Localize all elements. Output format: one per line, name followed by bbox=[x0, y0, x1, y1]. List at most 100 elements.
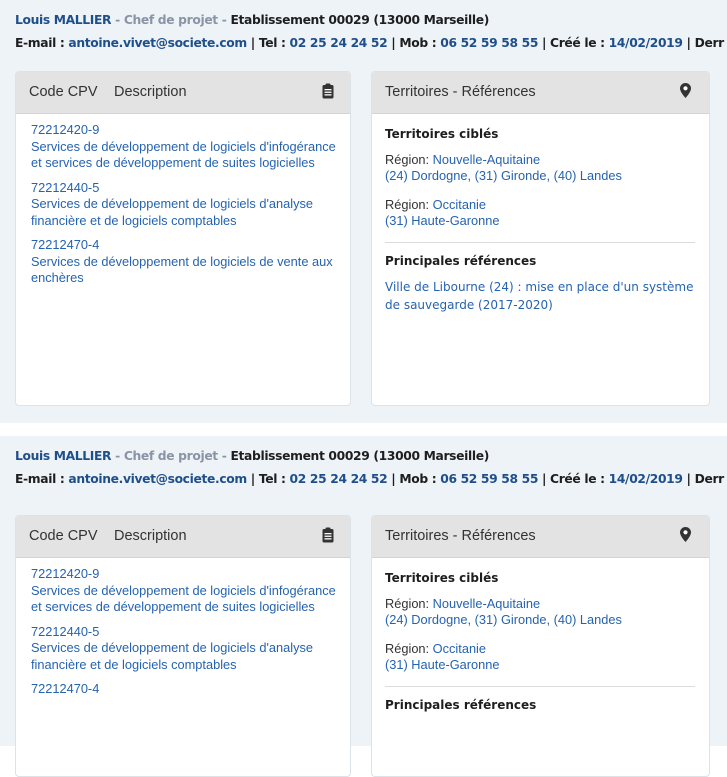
mob-label: Mob : bbox=[399, 472, 437, 486]
pipe: | bbox=[682, 472, 695, 486]
tel-value[interactable]: 02 25 24 24 52 bbox=[290, 472, 388, 486]
cpv-code[interactable]: 72212470-4 bbox=[31, 237, 336, 254]
separator: - bbox=[111, 13, 124, 27]
contact-header: Louis MALLIER - Chef de projet - Etablis… bbox=[15, 13, 489, 27]
territoires-title: Territoires - Références bbox=[385, 84, 536, 100]
contact-role: Chef de projet bbox=[123, 449, 218, 463]
contact-block-1: Louis MALLIER - Chef de projet - Etablis… bbox=[0, 0, 727, 423]
code-cpv-header: Code CPV bbox=[29, 528, 98, 544]
map-marker-icon bbox=[680, 527, 691, 546]
region-line: Région: Nouvelle-Aquitaine bbox=[385, 152, 695, 169]
territoires-body: Territoires ciblés Région: Nouvelle-Aquit… bbox=[372, 558, 709, 713]
targeted-territories-title: Territoires ciblés bbox=[385, 571, 499, 585]
territoires-card-header: Territoires - Références bbox=[372, 516, 709, 558]
region-entry: Région: Nouvelle-Aquitaine (24) Dordogne,… bbox=[385, 596, 695, 629]
pipe: | bbox=[246, 472, 259, 486]
cpv-card: Code CPV Description 72212420-9 Services … bbox=[15, 515, 351, 777]
contact-name[interactable]: Louis MALLIER bbox=[15, 449, 112, 463]
region-line: Région: Occitanie bbox=[385, 197, 695, 214]
separator: - bbox=[111, 449, 124, 463]
divider bbox=[385, 241, 695, 243]
cpv-list: 72212420-9 Services de développement de l… bbox=[16, 114, 350, 287]
region-label: Région: bbox=[385, 640, 430, 656]
email-link[interactable]: antoine.vivet@societe.com bbox=[68, 36, 247, 50]
contact-block-2: Louis MALLIER - Chef de projet - Etablis… bbox=[0, 436, 727, 777]
cpv-code[interactable]: 72212470-4 bbox=[31, 681, 336, 698]
region-line: Région: Nouvelle-Aquitaine bbox=[385, 596, 695, 613]
region-entry: Région: Occitanie (31) Haute-Garonne bbox=[385, 641, 695, 674]
clipboard-icon bbox=[322, 527, 334, 547]
created-date: 14/02/2019 bbox=[608, 472, 683, 486]
contact-details: E-mail : antoine.vivet@societe.com | Tel… bbox=[15, 472, 724, 486]
references-title: Principales références bbox=[385, 253, 537, 268]
cpv-card-header: Code CPV Description bbox=[16, 516, 350, 558]
cpv-item[interactable]: 72212440-5 Services de développement de l… bbox=[31, 180, 336, 230]
region-name[interactable]: Nouvelle-Aquitaine bbox=[433, 152, 540, 167]
pipe: | bbox=[538, 36, 551, 50]
region-label: Région: bbox=[385, 196, 430, 212]
region-name[interactable]: Nouvelle-Aquitaine bbox=[433, 596, 540, 611]
territoires-card: Territoires - Références Territoires cib… bbox=[371, 515, 710, 777]
cpv-description[interactable]: Services de développement de logiciels d… bbox=[31, 196, 336, 229]
cpv-description[interactable]: Services de développement de logiciels d… bbox=[31, 139, 336, 172]
cpv-description[interactable]: Services de développement de logiciels d… bbox=[31, 583, 336, 616]
separator: - bbox=[217, 449, 231, 463]
tel-value[interactable]: 02 25 24 24 52 bbox=[290, 36, 388, 50]
contact-etablissement: Etablissement 00029 (13000 Marseille) bbox=[230, 13, 489, 27]
cpv-card-header: Code CPV Description bbox=[16, 72, 350, 114]
reference-item[interactable]: Ville de Libourne (24) : mise en place d… bbox=[385, 278, 695, 314]
references-title: Principales références bbox=[385, 697, 537, 712]
region-departments[interactable]: (24) Dordogne, (31) Gironde, (40) Landes bbox=[385, 612, 695, 629]
cpv-description[interactable]: Services de développement de logiciels d… bbox=[31, 640, 336, 673]
cpv-item[interactable]: 72212440-5 Services de développement de l… bbox=[31, 624, 336, 674]
cpv-item[interactable]: 72212420-9 Services de développement de l… bbox=[31, 566, 336, 616]
created-label: Créé le : bbox=[550, 472, 605, 486]
region-departments[interactable]: (31) Haute-Garonne bbox=[385, 213, 695, 230]
contact-header: Louis MALLIER - Chef de projet - Etablis… bbox=[15, 449, 489, 463]
pipe: | bbox=[387, 472, 400, 486]
clipboard-icon bbox=[322, 83, 334, 103]
mob-value[interactable]: 06 52 59 58 55 bbox=[440, 36, 538, 50]
territoires-body: Territoires ciblés Région: Nouvelle-Aquit… bbox=[372, 114, 709, 314]
territoires-card-header: Territoires - Références bbox=[372, 72, 709, 114]
pipe: | bbox=[682, 36, 695, 50]
region-label: Région: bbox=[385, 595, 430, 611]
region-departments[interactable]: (31) Haute-Garonne bbox=[385, 657, 695, 674]
cpv-item[interactable]: 72212470-4 bbox=[31, 681, 336, 698]
cpv-item[interactable]: 72212420-9 Services de développement de l… bbox=[31, 122, 336, 172]
contact-details: E-mail : antoine.vivet@societe.com | Tel… bbox=[15, 36, 724, 50]
cpv-description[interactable]: Services de développement de logiciels d… bbox=[31, 254, 336, 287]
trailing-text: Derr bbox=[694, 472, 725, 486]
cpv-code[interactable]: 72212420-9 bbox=[31, 122, 336, 139]
region-name[interactable]: Occitanie bbox=[433, 641, 486, 656]
region-entry: Région: Occitanie (31) Haute-Garonne bbox=[385, 197, 695, 230]
contact-role: Chef de projet bbox=[123, 13, 218, 27]
created-label: Créé le : bbox=[550, 36, 605, 50]
region-name[interactable]: Occitanie bbox=[433, 197, 486, 212]
mob-value[interactable]: 06 52 59 58 55 bbox=[440, 472, 538, 486]
cpv-code[interactable]: 72212440-5 bbox=[31, 624, 336, 641]
separator: - bbox=[217, 13, 231, 27]
description-header: Description bbox=[114, 528, 187, 544]
trailing-text: Derr bbox=[694, 36, 725, 50]
pipe: | bbox=[538, 472, 551, 486]
cpv-code[interactable]: 72212420-9 bbox=[31, 566, 336, 583]
region-departments[interactable]: (24) Dordogne, (31) Gironde, (40) Landes bbox=[385, 168, 695, 185]
pipe: | bbox=[246, 36, 259, 50]
email-link[interactable]: antoine.vivet@societe.com bbox=[68, 472, 247, 486]
created-date: 14/02/2019 bbox=[608, 36, 683, 50]
contact-name[interactable]: Louis MALLIER bbox=[15, 13, 112, 27]
description-header: Description bbox=[114, 84, 187, 100]
region-line: Région: Occitanie bbox=[385, 641, 695, 658]
cpv-item[interactable]: 72212470-4 Services de développement de l… bbox=[31, 237, 336, 287]
code-cpv-header: Code CPV bbox=[29, 84, 98, 100]
cpv-list: 72212420-9 Services de développement de l… bbox=[16, 558, 350, 698]
region-label: Région: bbox=[385, 151, 430, 167]
region-entry: Région: Nouvelle-Aquitaine (24) Dordogne,… bbox=[385, 152, 695, 185]
mob-label: Mob : bbox=[399, 36, 437, 50]
cpv-code[interactable]: 72212440-5 bbox=[31, 180, 336, 197]
tel-label: Tel : bbox=[258, 36, 286, 50]
pipe: | bbox=[387, 36, 400, 50]
contact-etablissement: Etablissement 00029 (13000 Marseille) bbox=[230, 449, 489, 463]
targeted-territories-title: Territoires ciblés bbox=[385, 127, 499, 141]
